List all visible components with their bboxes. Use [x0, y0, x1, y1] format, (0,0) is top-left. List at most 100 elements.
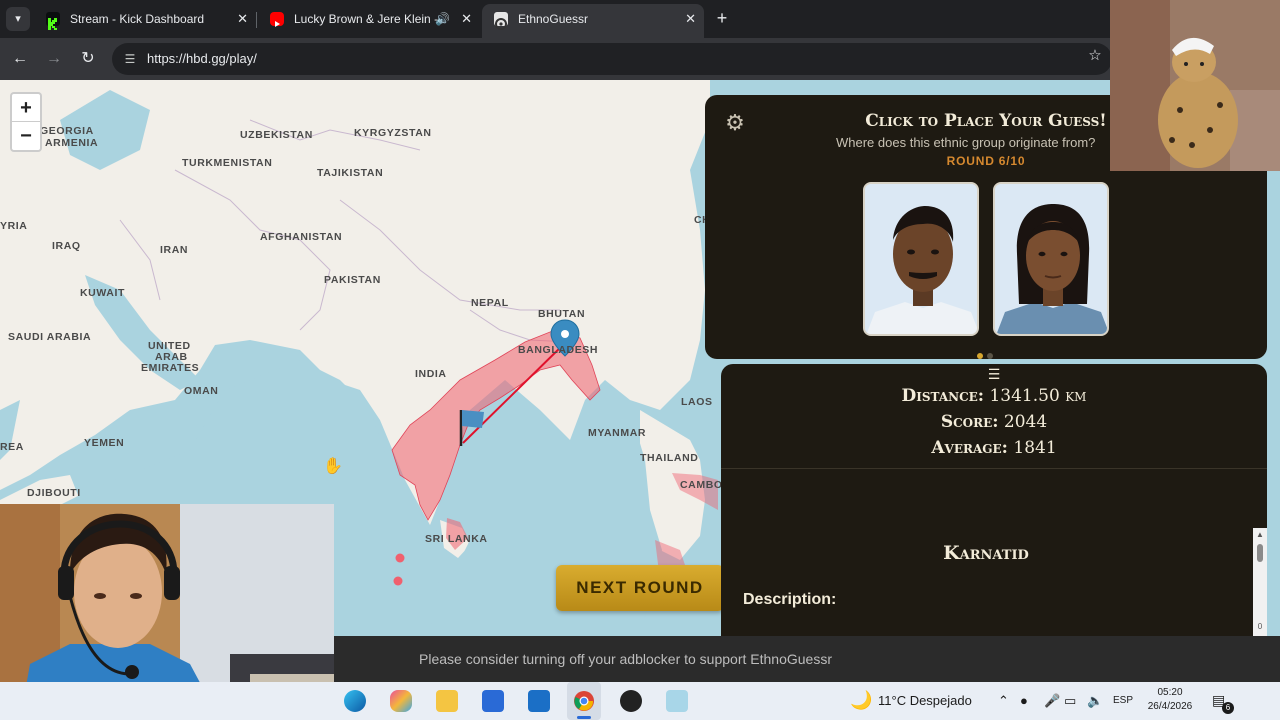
outlook-icon[interactable] — [528, 690, 550, 712]
tab-ethnoguessr[interactable]: EthnoGuessr ✕ — [482, 4, 704, 38]
description-label: Description: — [743, 591, 837, 608]
screen: ▾ Stream - Kick Dashboard ✕ Lucky Brown … — [0, 0, 1280, 720]
map-label-bhutan: BHUTAN — [538, 308, 586, 320]
active-app-indicator — [577, 716, 591, 719]
average-stat: Average: 1841 — [721, 438, 1267, 458]
map-label-yemen: YEMEN — [84, 437, 125, 449]
map-label-kuwait: KUWAIT — [80, 287, 126, 299]
scroll-up-icon[interactable]: ▲ — [1255, 530, 1265, 539]
map-label-laos: LAOS — [681, 396, 713, 408]
tab-title: EthnoGuessr — [518, 12, 589, 26]
divider — [721, 468, 1267, 469]
map-label-eritrea: REA — [0, 441, 24, 453]
zoom-control: + − — [10, 92, 42, 152]
map-label-oman: OMAN — [184, 385, 219, 397]
browser-toolbar: ← → ↻ ☰ https://hbd.gg/play/ ☆ — [0, 38, 1280, 80]
island-marker — [395, 553, 405, 563]
speaker-icon[interactable]: 🔊 — [435, 4, 450, 34]
clock[interactable]: 05:20 26/4/2026 — [1140, 686, 1200, 714]
map-label-nepal: NEPAL — [471, 297, 509, 309]
results-scrollbar[interactable]: ▲ 0 — [1253, 528, 1267, 636]
forward-arrow-icon[interactable]: → — [42, 47, 66, 71]
edge-icon[interactable] — [344, 690, 366, 712]
bookmark-star-icon[interactable]: ☆ — [1085, 46, 1105, 66]
map-label-myanmar: MYANMAR — [588, 427, 647, 439]
scroll-value: 0 — [1257, 622, 1263, 631]
map-label-georgia: GEORGIA — [40, 125, 94, 137]
microphone-icon[interactable]: 🎤 — [1044, 682, 1060, 720]
notepad-icon[interactable] — [666, 690, 688, 712]
score-value: 2044 — [1003, 412, 1048, 432]
ethnoguessr-icon — [494, 12, 508, 30]
language-indicator[interactable]: ESP — [1113, 682, 1133, 720]
map-label-afghanistan: AFGHANISTAN — [260, 231, 343, 243]
copilot-icon[interactable] — [390, 690, 412, 712]
map-label-armenia: ARMENIA — [45, 137, 99, 149]
map-label-iraq: IRAQ — [52, 240, 81, 252]
network-icon[interactable]: ▭ — [1064, 682, 1076, 720]
map-label-uzbekistan: UZBEKISTAN — [240, 129, 313, 141]
volume-icon[interactable]: 🔈 — [1087, 682, 1103, 720]
site-settings-icon[interactable]: ☰ — [122, 51, 138, 67]
close-tab-icon[interactable]: ✕ — [685, 4, 696, 34]
tab-title: Lucky Brown & Jere Klein - — [294, 12, 439, 26]
tab-kick-dashboard[interactable]: Stream - Kick Dashboard ✕ — [34, 4, 256, 34]
moon-weather-icon: 🌙 — [850, 690, 873, 710]
file-explorer-icon[interactable] — [436, 690, 458, 712]
score-stat: Score: 2044 — [721, 412, 1267, 432]
windows-taskbar: 🌙 11°C Despejado ⌃ ● 🎤 ▭ 🔈 ESP 05:20 26/… — [0, 682, 1280, 720]
address-bar[interactable]: ☰ https://hbd.gg/play/ — [112, 43, 1112, 75]
scroll-thumb[interactable] — [1257, 544, 1263, 562]
webcam-overlay-cheetah — [1110, 0, 1280, 171]
zoom-in-button[interactable]: + — [12, 94, 40, 122]
tab-youtube[interactable]: Lucky Brown & Jere Klein - 🔊 ✕ — [258, 4, 480, 34]
carousel-dot-active[interactable] — [977, 353, 983, 359]
tab-separator — [256, 12, 257, 28]
clock-date: 26/4/2026 — [1147, 701, 1193, 712]
store-icon[interactable] — [482, 690, 504, 712]
average-value: 1841 — [1013, 438, 1057, 458]
obs-icon[interactable] — [620, 690, 642, 712]
hamburger-menu-icon[interactable]: ☰ — [984, 366, 1004, 382]
map-label-saudi-arabia: SAUDI ARABIA — [8, 331, 92, 343]
weather-text[interactable]: 11°C Despejado — [878, 682, 972, 720]
zoom-out-button[interactable]: − — [12, 122, 40, 150]
island-marker — [393, 576, 403, 586]
adblock-notice: Please consider turning off your adblock… — [333, 636, 1280, 682]
map-label-djibouti: DJIBOUTI — [27, 487, 81, 499]
map-label-syria: YRIA — [0, 220, 28, 232]
map-label-thailand: THAILAND — [640, 452, 699, 464]
results-panel: ☰ Distance: 1341.50 km Score: 2044 Avera… — [721, 364, 1267, 636]
notification-count: 6 — [1222, 702, 1234, 714]
url-text[interactable]: https://hbd.gg/play/ — [147, 43, 257, 75]
new-tab-button[interactable]: + — [710, 6, 734, 30]
tab-search-button[interactable]: ▾ — [6, 7, 30, 31]
hand-cursor-icon: ✋ — [323, 458, 343, 475]
close-tab-icon[interactable]: ✕ — [461, 4, 472, 34]
distance-value: 1341.50 km — [989, 386, 1087, 406]
distance-stat: Distance: 1341.50 km — [721, 386, 1267, 406]
map-label-tajikistan: TAJIKISTAN — [317, 167, 384, 179]
reload-icon[interactable]: ↻ — [76, 47, 100, 71]
chrome-icon[interactable] — [573, 690, 595, 712]
carousel-dot[interactable] — [987, 353, 993, 359]
clock-time: 05:20 — [1157, 687, 1183, 698]
kick-icon — [46, 12, 60, 30]
face-photo-male[interactable] — [863, 182, 979, 336]
average-label: Average: — [931, 438, 1008, 458]
youtube-icon — [270, 12, 284, 27]
map-label-bangladesh: BANGLADESH — [518, 344, 599, 356]
browser-tab-bar: ▾ Stream - Kick Dashboard ✕ Lucky Brown … — [0, 0, 1280, 38]
close-tab-icon[interactable]: ✕ — [237, 4, 248, 34]
tray-app-icon[interactable]: ● — [1020, 682, 1028, 720]
map-label-cambodia: CAMBO — [680, 479, 723, 491]
face-photo-female[interactable] — [993, 182, 1109, 336]
ethnic-group-name: Karnatid — [943, 542, 1029, 564]
map-label-iran: IRAN — [160, 244, 189, 256]
score-label: Score: — [940, 412, 999, 432]
back-arrow-icon[interactable]: ← — [8, 47, 32, 71]
map-label-turkmenistan: TURKMENISTAN — [182, 157, 273, 169]
map-label-pakistan: PAKISTAN — [324, 274, 381, 286]
next-round-button[interactable]: NEXT ROUND — [556, 565, 724, 611]
chevron-up-icon[interactable]: ⌃ — [998, 682, 1009, 720]
